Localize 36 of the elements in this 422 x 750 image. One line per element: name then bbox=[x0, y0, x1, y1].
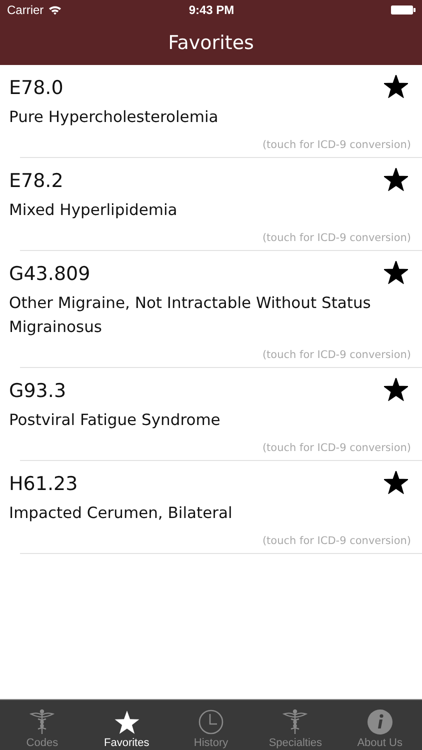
description-label: Impacted Cerumen, Bilateral bbox=[9, 503, 234, 524]
caduceus-icon bbox=[282, 709, 308, 735]
description-label: Postviral Fatigue Syndrome bbox=[9, 410, 222, 431]
favorite-row[interactable]: G43.809 Other Migraine, Not Intractable Without Status Migrainosus (touch for ICD-9 conversion) bbox=[0, 251, 422, 367]
tab-item[interactable]: Favorites bbox=[84, 700, 169, 750]
favorite-row[interactable]: E78.0 Pure Hypercholesterolemia (touch for ICD-9 conversion) bbox=[0, 65, 422, 157]
code-label: H61.23 bbox=[9, 472, 78, 495]
description-label: Pure Hypercholesterolemia bbox=[9, 107, 220, 128]
info-icon bbox=[366, 709, 393, 735]
description-label: Mixed Hyperlipidemia bbox=[9, 200, 178, 221]
conversion-hint: (touch for ICD-9 conversion) bbox=[262, 139, 411, 151]
code-label: G93.3 bbox=[9, 379, 66, 402]
filled-star-icon[interactable] bbox=[384, 74, 408, 98]
status-time: 9:43 PM bbox=[188, 3, 234, 17]
favorite-row[interactable]: H61.23 Impacted Cerumen, Bilateral (touch for ICD-9 conversion) bbox=[0, 461, 422, 553]
battery-icon bbox=[390, 5, 416, 15]
code-label: E78.2 bbox=[9, 169, 64, 192]
description-label: Other Migraine, Not Intractable Without Status Migrainosus bbox=[9, 293, 372, 338]
conversion-hint: (touch for ICD-9 conversion) bbox=[262, 349, 411, 361]
filled-star-icon[interactable] bbox=[384, 470, 408, 494]
filled-star-icon[interactable] bbox=[384, 260, 408, 284]
caduceus-icon bbox=[29, 709, 56, 735]
favorite-row[interactable]: G93.3 Postviral Fatigue Syndrome (touch for ICD-9 conversion) bbox=[0, 368, 422, 460]
clock-icon bbox=[198, 709, 224, 735]
nav-title: Favorites bbox=[168, 32, 254, 54]
conversion-hint: (touch for ICD-9 conversion) bbox=[262, 232, 411, 244]
code-label: G43.809 bbox=[9, 262, 90, 285]
conversion-hint: (touch for ICD-9 conversion) bbox=[262, 442, 411, 454]
favorite-row[interactable]: E78.2 Mixed Hyperlipidemia (touch for ICD-9 conversion) bbox=[0, 158, 422, 250]
wifi-icon bbox=[48, 5, 62, 15]
filled-star-icon[interactable] bbox=[384, 168, 408, 190]
conversion-hint: (touch for ICD-9 conversion) bbox=[262, 535, 411, 547]
carrier-label: Carrier bbox=[7, 3, 44, 17]
code-label: E78.0 bbox=[9, 76, 64, 99]
filled-star-icon[interactable] bbox=[384, 378, 408, 400]
star-icon bbox=[114, 710, 140, 735]
